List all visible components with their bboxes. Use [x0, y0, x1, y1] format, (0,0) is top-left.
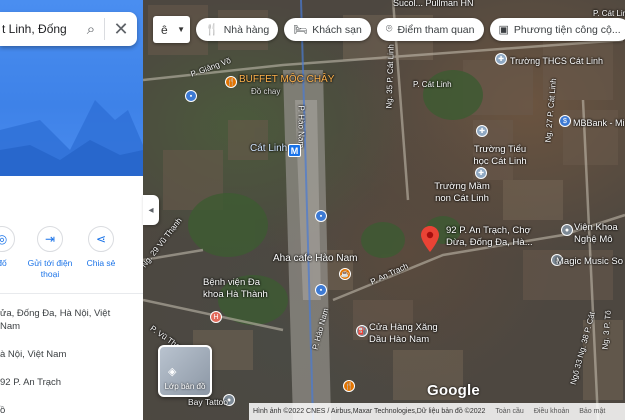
address-line-1[interactable]: ửa, Đống Đa, Hà Nội, Việt: [0, 307, 110, 320]
search-input[interactable]: t Linh, Đống: [0, 22, 78, 36]
google-logo: Google: [427, 382, 480, 399]
send-to-phone-button[interactable]: ⇥ Gửi tới điện thoại: [26, 226, 74, 280]
bus-stop-icon[interactable]: ▪: [315, 210, 327, 222]
bus-icon: ▣: [498, 24, 509, 36]
restaurant-pin-icon[interactable]: 🍴: [225, 76, 237, 88]
send-to-phone-label: Gửi tới điện thoại: [27, 258, 73, 279]
map-attribution: Hình ảnh ©2022 CNES / Airbus,Maxar Techn…: [253, 408, 486, 415]
poi-aha-cafe[interactable]: Aha cafe Hào Nam: [273, 253, 358, 265]
restaurant-icon: 🍴: [205, 24, 219, 36]
chip-hotels-label: Khách sạn: [312, 23, 362, 36]
action-buttons: ◎ đố ⇥ Gửi tới điện thoại ⋖ Chia sẻ: [0, 226, 143, 286]
bus-stop-icon[interactable]: ▪: [185, 90, 197, 102]
street-cat-linh-top: P. Cát Linh: [413, 80, 452, 89]
poi-magic-music[interactable]: Magic Music So: [556, 256, 623, 268]
nearby-button[interactable]: ◎ đố: [0, 226, 22, 269]
city-line[interactable]: à Nội, Việt Nam: [0, 348, 66, 361]
restaurant-pin-icon[interactable]: 🍴: [343, 380, 355, 392]
collapse-panel-button[interactable]: ◂: [143, 195, 159, 225]
poi-mam-non-cat-linh[interactable]: Trường Mầm non Cát Linh: [427, 181, 497, 205]
footer-link-privacy[interactable]: Bảo mật: [579, 408, 605, 415]
cafe-pin-icon[interactable]: ☕: [339, 268, 351, 280]
chip-attractions-label: Điểm tham quan: [397, 23, 475, 36]
metro-station-icon[interactable]: M: [288, 144, 301, 157]
poi-vien-khoa[interactable]: Viện Khoa Nghệ Mô: [574, 222, 625, 246]
search-icon[interactable]: ⌕: [78, 21, 104, 38]
poi-cat-linh-station[interactable]: Cát Linh: [250, 143, 287, 155]
footer-link-terms[interactable]: Điều khoản: [534, 408, 569, 415]
poi-cua-hang-xang-dau[interactable]: Cửa Hàng Xăng Dầu Hào Nam: [369, 322, 449, 346]
map-footer: Hình ảnh ©2022 CNES / Airbus,Maxar Techn…: [249, 403, 625, 420]
poi-tieu-hoc-cat-linh[interactable]: Trường Tiểu học Cát Linh: [465, 144, 535, 168]
poi-buffet-subtitle: Đồ chay: [251, 87, 281, 96]
maps-app: Sucol... Pullman HN P. Cát Linh ▪ P. Giả…: [0, 0, 625, 420]
chip-transit-label: Phương tiện công cộ...: [513, 23, 621, 36]
chevron-left-icon: ◂: [148, 204, 154, 216]
gas-station-pin-icon[interactable]: ⛽: [356, 325, 368, 337]
chevron-down-icon: ▼: [177, 25, 185, 34]
hospital-pin-icon[interactable]: H: [210, 311, 222, 323]
bus-stop-icon[interactable]: ▪: [315, 284, 327, 296]
chip-restaurants-label: Nhà hàng: [223, 23, 270, 36]
panel-divider: [0, 293, 143, 294]
hotel-icon: 🛏: [293, 24, 308, 36]
search-box[interactable]: t Linh, Đống ⌕ ✕: [0, 12, 137, 46]
layer-dropdown-value: ê: [161, 22, 168, 37]
school-pin-icon[interactable]: ✚: [495, 53, 507, 65]
bottom-info-line[interactable]: ồ: [0, 404, 5, 417]
poi-mbbank[interactable]: MBBank - Mi: [573, 117, 625, 129]
poi-buffet-moc-chay[interactable]: BUFFET MỘC CHÂY: [239, 74, 334, 86]
nearby-label: đố: [0, 258, 7, 268]
school-pin-icon[interactable]: ✚: [476, 125, 488, 137]
nearby-icon: ◎: [0, 226, 15, 252]
share-button[interactable]: ⋖ Chia sẻ: [81, 226, 121, 269]
poi-top-street[interactable]: Sucol... Pullman HN: [393, 0, 474, 9]
layers-icon: ◈: [168, 366, 177, 378]
close-icon[interactable]: ✕: [105, 19, 137, 40]
bank-pin-icon[interactable]: $: [559, 115, 571, 127]
satellite-map[interactable]: Sucol... Pullman HN P. Cát Linh ▪ P. Giả…: [143, 0, 625, 420]
poi-benh-vien[interactable]: Bệnh viện Đa khoa Hà Thành: [203, 277, 275, 301]
street-hao-nam-1: P. Hào Nam: [296, 105, 306, 149]
camera-icon: ⌾: [385, 23, 393, 35]
address-line-2[interactable]: Nam: [0, 320, 20, 333]
chip-transit[interactable]: ▣ Phương tiện công cộ...: [489, 18, 625, 41]
chip-attractions[interactable]: ⌾ Điểm tham quan: [376, 18, 484, 41]
layer-dropdown[interactable]: ê ▼: [153, 16, 190, 43]
share-label: Chia sẻ: [86, 258, 116, 268]
footer-link-global[interactable]: Toàn cầu: [495, 408, 523, 415]
send-to-phone-icon: ⇥: [37, 226, 63, 252]
poi-thcs-cat-linh[interactable]: Trường THCS Cát Linh: [510, 55, 603, 67]
school-pin-icon[interactable]: ✚: [475, 167, 487, 179]
chip-hotels[interactable]: 🛏 Khách sạn: [284, 18, 371, 41]
place-details-panel: t Linh, Đống ⌕ ✕ ◎ đố ⇥ Gửi tới điện tho…: [0, 0, 143, 420]
layers-button[interactable]: ◈ Lớp bản đồ: [158, 345, 212, 397]
selected-location-pin-icon[interactable]: [421, 226, 439, 252]
poi-main-address-label[interactable]: 92 P. An Trạch, Chợ Dừa, Đống Đa, Hà...: [446, 225, 551, 249]
chip-restaurants[interactable]: 🍴 Nhà hàng: [196, 18, 279, 41]
category-chips: ê ▼ 🍴 Nhà hàng 🛏 Khách sạn ⌾ Điểm tham q…: [153, 16, 625, 43]
layers-label: Lớp bản đồ: [164, 382, 206, 391]
place-pin-icon[interactable]: ●: [561, 224, 573, 236]
share-icon: ⋖: [88, 226, 114, 252]
plus-code-line[interactable]: 92 P. An Trạch: [0, 376, 61, 389]
poi-bay-tattoo[interactable]: Bay Tattoo: [188, 396, 228, 408]
